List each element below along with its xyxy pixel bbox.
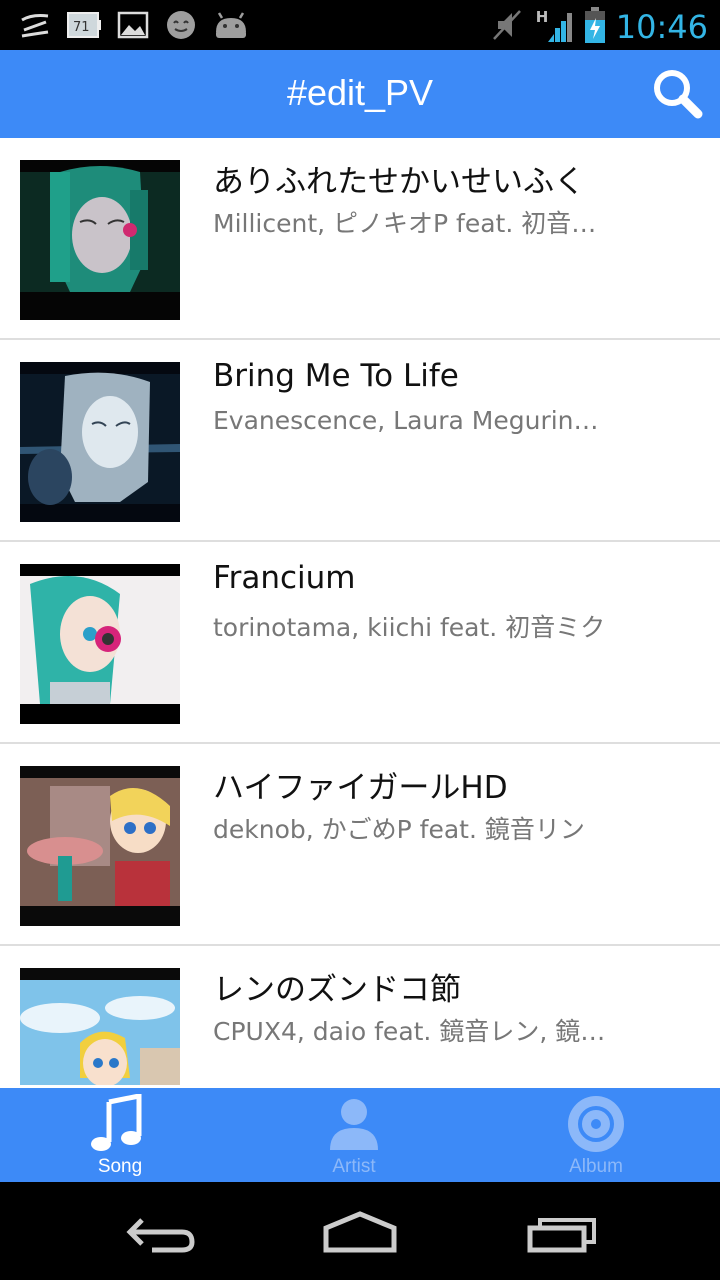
back-button[interactable] (122, 1204, 202, 1260)
notification-icon (18, 8, 52, 42)
status-bar: 71 H 10:46 (0, 0, 720, 50)
song-list-item[interactable]: ありふれたせかいせいふく Millicent, ピノキオP feat. 初音ミク (0, 138, 720, 340)
music-note-icon (91, 1094, 142, 1151)
mute-icon (490, 7, 524, 47)
home-button[interactable] (320, 1204, 400, 1260)
bottom-tab-bar: Song Artist Album (0, 1088, 720, 1182)
song-list-item[interactable]: Francium torinotama, kiichi feat. 初音ミク (0, 542, 720, 744)
search-button[interactable] (650, 66, 706, 122)
tab-label: Album (569, 1156, 623, 1177)
song-artist: Millicent, ピノキオP feat. 初音ミク (213, 209, 613, 238)
song-thumbnail (20, 160, 180, 320)
notification-icons: 71 (18, 8, 250, 42)
song-title: Bring Me To Life (213, 358, 459, 394)
song-thumbnail (20, 766, 180, 926)
song-list-item[interactable]: Bring Me To Life Evanescence, Laura Megu… (0, 340, 720, 542)
song-artist: deknob, かごめP feat. 鏡音リン (213, 815, 585, 844)
tab-artist[interactable]: Artist (234, 1088, 474, 1182)
home-icon (323, 1211, 397, 1253)
song-list-item[interactable]: レンのズンドコ節 CPUX4, daio feat. 鏡音レン, 鏡音リン (0, 946, 720, 1088)
tab-label: Song (97, 1156, 143, 1177)
recent-apps-button[interactable] (522, 1204, 602, 1260)
person-icon (330, 1099, 378, 1150)
song-artist: Evanescence, Laura Megurine Luka (213, 406, 613, 435)
battery-icon (584, 6, 606, 48)
song-artist: torinotama, kiichi feat. 初音ミク (213, 613, 606, 642)
system-status: H 10:46 (490, 6, 708, 48)
search-icon (654, 70, 703, 119)
image-icon (116, 8, 150, 42)
back-icon (126, 1218, 195, 1253)
song-thumbnail (20, 362, 180, 522)
song-title: レンのズンドコ節 (213, 972, 461, 1008)
face-icon (164, 8, 198, 42)
song-title: ハイファイガールHD (213, 770, 508, 806)
clock: 10:46 (615, 8, 708, 46)
app-bar: #edit_PV (0, 50, 720, 138)
system-nav-bar (0, 1182, 720, 1280)
battery-level-icon: 71 (66, 8, 102, 42)
signal-icon: H (534, 8, 574, 46)
page-title: #edit_PV (286, 72, 434, 113)
recent-apps-icon (527, 1218, 596, 1253)
song-artist: CPUX4, daio feat. 鏡音レン, 鏡音リン (213, 1017, 613, 1046)
song-title: Francium (213, 560, 356, 596)
android-icon (212, 8, 250, 42)
song-thumbnail (20, 564, 180, 724)
song-thumbnail (20, 968, 180, 1088)
album-disc-icon (568, 1096, 624, 1152)
tab-song[interactable]: Song (0, 1088, 240, 1182)
song-list-item[interactable]: ハイファイガールHD deknob, かごめP feat. 鏡音リン (0, 744, 720, 946)
svg-text:71: 71 (73, 20, 90, 35)
tab-album[interactable]: Album (476, 1088, 716, 1182)
tab-label: Artist (332, 1156, 376, 1177)
song-title: ありふれたせかいせいふく (213, 164, 585, 200)
song-list[interactable]: ありふれたせかいせいふく Millicent, ピノキオP feat. 初音ミク… (0, 138, 720, 1088)
